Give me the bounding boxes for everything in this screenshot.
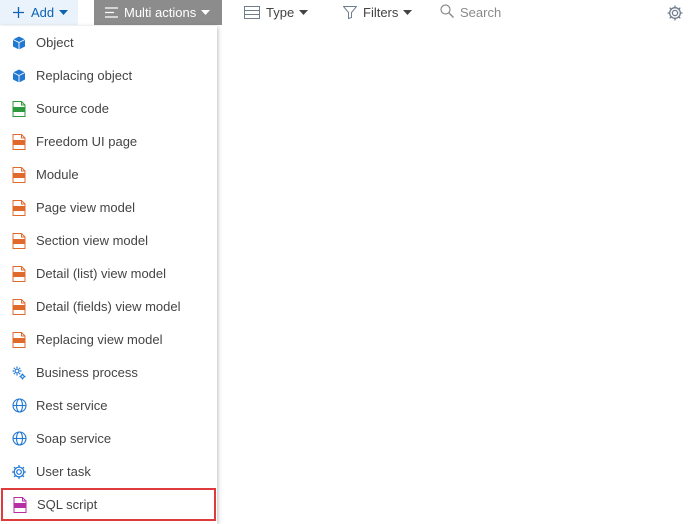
add-button[interactable]: Add [0, 0, 78, 25]
menu-item-label: Page view model [36, 200, 135, 215]
search-icon [440, 4, 454, 21]
js-file-icon [10, 331, 28, 349]
menu-item-label: Object [36, 35, 74, 50]
menu-item-label: Detail (list) view model [36, 266, 167, 281]
csharp-file-icon [10, 100, 28, 118]
menu-item-replacing-view-model[interactable]: Replacing view model [0, 323, 217, 356]
menu-item-soap-service[interactable]: Soap service [0, 422, 217, 455]
menu-item-label: Replacing object [36, 68, 133, 83]
menu-item-module[interactable]: Module [0, 158, 217, 191]
multi-actions-button[interactable]: Multi actions [94, 0, 222, 25]
menu-item-sql-script[interactable]: SQL script [1, 488, 216, 521]
list-view-icon [244, 6, 260, 19]
js-file-icon [10, 232, 28, 250]
menu-item-section-view-model[interactable]: Section view model [0, 224, 217, 257]
menu-item-source-code[interactable]: Source code [0, 92, 217, 125]
js-file-icon [10, 199, 28, 217]
menu-item-label: Source code [36, 101, 109, 116]
js-file-icon [10, 265, 28, 283]
menu-item-detail-list-view-model[interactable]: Detail (list) view model [0, 257, 217, 290]
filters-button-label: Filters [363, 5, 399, 20]
js-file-icon [10, 133, 28, 151]
search-box [440, 0, 650, 25]
menu-item-object[interactable]: Object [0, 26, 217, 59]
globe-icon [10, 430, 28, 448]
menu-item-label: Detail (fields) view model [36, 299, 181, 314]
multi-actions-label: Multi actions [124, 5, 197, 20]
chevron-down-icon [59, 10, 69, 15]
globe-icon [10, 397, 28, 415]
plus-icon [12, 6, 25, 19]
chevron-down-icon [299, 10, 309, 15]
menu-item-label: Soap service [36, 431, 112, 446]
menu-item-label: Rest service [36, 398, 108, 413]
menu-item-label: Freedom UI page [36, 134, 138, 149]
type-button[interactable]: Type [244, 0, 324, 25]
sql-file-icon [11, 496, 29, 514]
chevron-down-icon [403, 10, 413, 15]
js-file-icon [10, 166, 28, 184]
menu-item-business-process[interactable]: Business process [0, 356, 217, 389]
add-dropdown-menu: Object Replacing object Source code Free… [0, 26, 217, 524]
filters-button[interactable]: Filters [343, 0, 433, 25]
process-icon [10, 364, 28, 382]
add-button-label: Add [31, 5, 55, 20]
menu-item-label: Section view model [36, 233, 148, 248]
menu-item-detail-fields-view-model[interactable]: Detail (fields) view model [0, 290, 217, 323]
menu-item-rest-service[interactable]: Rest service [0, 389, 217, 422]
toolbar: Add Multi actions Type Filters [0, 0, 690, 26]
cube-icon [10, 67, 28, 85]
settings-gear-icon[interactable] [666, 4, 684, 22]
gear-icon [10, 463, 28, 481]
menu-item-label: SQL script [37, 497, 98, 512]
search-input[interactable] [460, 5, 640, 20]
menu-item-label: Business process [36, 365, 138, 380]
chevron-down-icon [201, 10, 211, 15]
js-file-icon [10, 298, 28, 316]
menu-item-replacing-object[interactable]: Replacing object [0, 59, 217, 92]
menu-item-freedom-ui-page[interactable]: Freedom UI page [0, 125, 217, 158]
menu-item-label: Module [36, 167, 79, 182]
menu-item-user-task[interactable]: User task [0, 455, 217, 488]
lines-icon [105, 7, 118, 18]
type-button-label: Type [266, 5, 295, 20]
cube-icon [10, 34, 28, 52]
menu-item-label: User task [36, 464, 91, 479]
menu-item-label: Replacing view model [36, 332, 163, 347]
menu-item-page-view-model[interactable]: Page view model [0, 191, 217, 224]
funnel-icon [343, 6, 357, 19]
